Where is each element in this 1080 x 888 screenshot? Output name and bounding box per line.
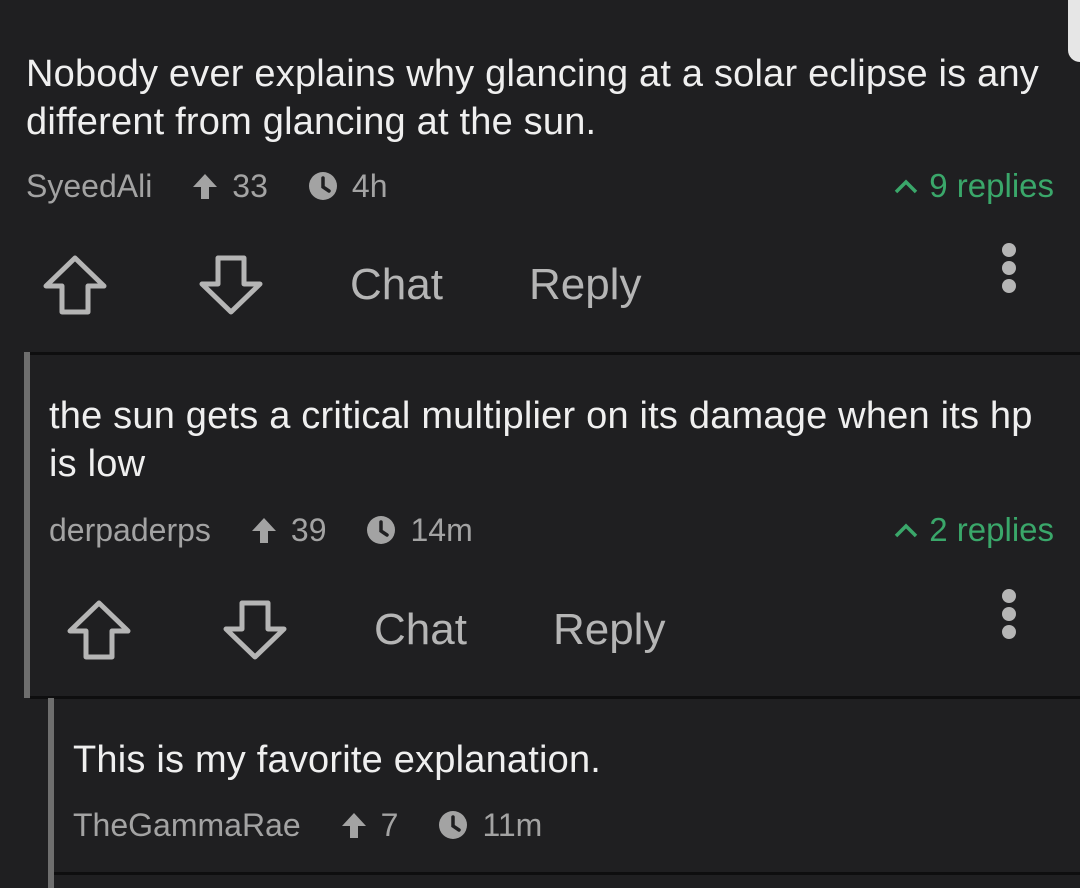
downvote-arrow-icon[interactable] <box>196 252 266 318</box>
upvote-arrow-icon[interactable] <box>64 597 134 663</box>
chat-button[interactable]: Chat <box>350 260 443 310</box>
comment-2: the sun gets a critical multiplier on it… <box>0 352 1080 698</box>
author-name[interactable]: derpaderps <box>49 512 211 549</box>
comment-actions: Chat Reply <box>64 595 665 665</box>
author-name[interactable]: SyeedAli <box>26 168 152 205</box>
reply-button[interactable]: Reply <box>553 605 666 655</box>
comment-3: This is my favorite explanation. TheGamm… <box>0 698 1080 888</box>
clock-icon <box>308 172 337 200</box>
comment-actions: Chat Reply <box>40 250 641 320</box>
chat-button[interactable]: Chat <box>374 605 467 655</box>
comment-meta: TheGammaRae 7 11m <box>73 805 542 845</box>
divider <box>54 872 1080 875</box>
score-count: 39 <box>290 511 327 548</box>
clock-icon <box>439 811 468 839</box>
caret-up-icon <box>895 179 918 194</box>
comment-body: Nobody ever explains why glancing at a s… <box>26 53 1040 143</box>
author-name[interactable]: TheGammaRae <box>73 807 301 844</box>
score-count: 7 <box>380 806 399 843</box>
more-vertical-icon[interactable] <box>999 586 1019 646</box>
reply-button[interactable]: Reply <box>529 260 642 310</box>
replies-count: 9 replies <box>929 167 1054 204</box>
comment-1: Nobody ever explains why glancing at a s… <box>0 0 1080 350</box>
downvote-arrow-icon[interactable] <box>220 597 290 663</box>
comment-body: the sun gets a critical multiplier on it… <box>49 395 1033 485</box>
replies-toggle[interactable]: 9 replies <box>893 166 1054 206</box>
comment-age: 11m <box>482 806 543 843</box>
score-arrow-icon <box>251 518 276 543</box>
upvote-arrow-icon[interactable] <box>40 252 110 318</box>
comment-age: 4h <box>351 167 388 204</box>
replies-count: 2 replies <box>929 511 1054 548</box>
score-count: 33 <box>232 167 268 204</box>
replies-toggle[interactable]: 2 replies <box>893 510 1054 550</box>
score-arrow-icon <box>341 813 366 838</box>
comment-body: This is my favorite explanation. <box>73 739 602 781</box>
clock-icon <box>367 516 396 544</box>
comment-meta: SyeedAli 33 4h <box>26 166 387 206</box>
caret-up-icon <box>895 523 918 538</box>
score-arrow-icon <box>193 174 218 199</box>
comment-age: 14m <box>410 511 473 548</box>
comment-meta: derpaderps 39 14m <box>49 510 473 550</box>
more-vertical-icon[interactable] <box>999 240 1019 300</box>
